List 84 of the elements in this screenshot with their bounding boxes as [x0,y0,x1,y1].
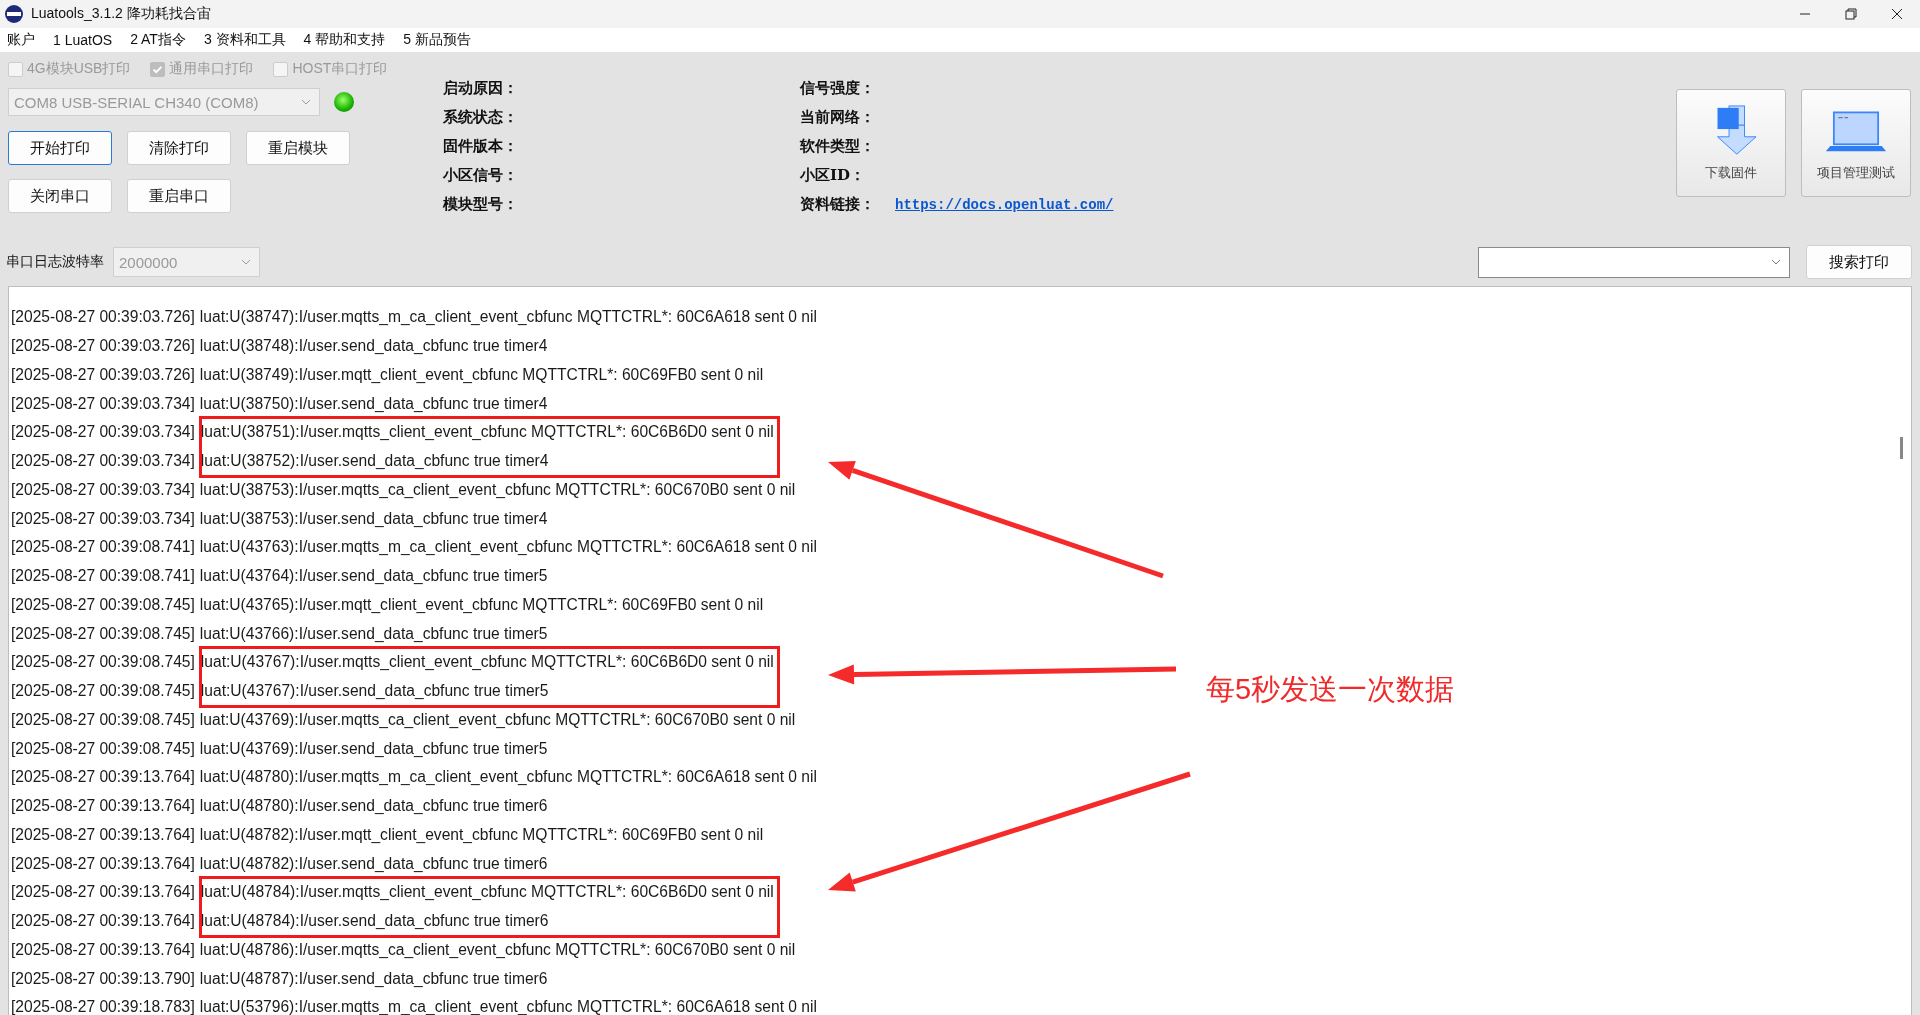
log-message: luat:U(43764):I/user.send_data_cbfunc true timer5 [199,567,548,586]
action-button[interactable]: 重启串口 [127,179,231,213]
log-timestamp: [2025-08-27 00:39:08.745] [11,682,195,701]
log-message: luat:U(43765):I/user.mqtt_client_event_cbfunc MQTTCTRL*: 60C69FB0 sent 0 nil [199,595,764,614]
info-label: 小区ID： [800,166,866,185]
action-button[interactable]: 重启模块 [246,131,350,165]
log-message: luat:U(38752):I/user.send_data_cbfunc true timer4 [200,452,549,471]
log-timestamp: [2025-08-27 00:39:13.764] [11,768,195,787]
info-label: 资料链接： [800,195,875,214]
log-timestamp: [2025-08-27 00:39:13.764] [11,797,195,816]
log-message: luat:U(48780):I/user.send_data_cbfunc true timer6 [199,797,548,816]
menu-item[interactable]: 账户 [7,31,35,49]
log-message: luat:U(48784):I/user.send_data_cbfunc true timer6 [200,912,549,931]
menu-item[interactable]: 3 资料和工具 [203,31,286,49]
log-timestamp: [2025-08-27 00:39:08.745] [11,624,195,643]
log-message: luat:U(43769):I/user.send_data_cbfunc true timer5 [199,739,548,758]
info-label: 系统状态： [443,108,518,127]
action-button[interactable]: 关闭串口 [8,179,112,213]
log-timestamp: [2025-08-27 00:39:13.764] [11,854,195,873]
log-timestamp: [2025-08-27 00:39:18.783] [11,998,195,1015]
log-timestamp: [2025-08-27 00:39:03.726] [11,365,195,384]
log-message: luat:U(48786):I/user.mqtts_ca_client_event_cbfunc MQTTCTRL*: 60C670B0 sent 0 nil [199,940,796,959]
log-message: luat:U(43767):I/user.mqtts_client_event_cbfunc MQTTCTRL*: 60C6B6D0 sent 0 nil [200,653,774,672]
window-title: Luatools_3.1.2 降功耗找合宙 [31,5,211,23]
log-message: luat:U(43763):I/user.mqtts_m_ca_client_event_cbfunc MQTTCTRL*: 60C6A618 sent 0 nil [199,538,817,557]
log-message: luat:U(38748):I/user.send_data_cbfunc true timer4 [199,337,548,356]
log-timestamp: [2025-08-27 00:39:13.764] [11,825,195,844]
log-timestamp: [2025-08-27 00:39:08.741] [11,567,195,586]
info-label: 固件版本： [443,137,518,156]
log-message: luat:U(48782):I/user.send_data_cbfunc true timer6 [199,854,548,873]
log-timestamp: [2025-08-27 00:39:13.790] [11,969,195,988]
log-timestamp: [2025-08-27 00:39:08.745] [11,710,195,729]
log-timestamp: [2025-08-27 00:39:13.764] [11,940,195,959]
menu-item[interactable]: 4 帮助和支持 [303,31,386,49]
log-message: luat:U(43769):I/user.mqtts_ca_client_event_cbfunc MQTTCTRL*: 60C670B0 sent 0 nil [199,710,796,729]
log-timestamp: [2025-08-27 00:39:13.764] [11,912,195,931]
log-message: luat:U(38751):I/user.mqtts_client_event_cbfunc MQTTCTRL*: 60C6B6D0 sent 0 nil [200,423,774,442]
info-label: 小区信号： [443,166,518,185]
log-message: luat:U(43766):I/user.send_data_cbfunc true timer5 [199,624,548,643]
chevron-down-icon [241,259,251,265]
log-message: luat:U(53796):I/user.mqtts_m_ca_client_event_cbfunc MQTTCTRL*: 60C6A618 sent 0 nil [199,998,817,1015]
scrollbar-thumb[interactable] [1900,437,1903,459]
log-timestamp: [2025-08-27 00:39:03.734] [11,480,195,499]
log-timestamp: [2025-08-27 00:39:08.745] [11,653,195,672]
log-message: luat:U(38753):I/user.send_data_cbfunc true timer4 [199,509,548,528]
menu-item[interactable]: 5 新品预告 [403,31,471,49]
log-message: luat:U(43767):I/user.send_data_cbfunc true timer5 [200,682,549,701]
tool-button[interactable]: 项目管理测试 [1801,89,1911,197]
log-message: luat:U(38749):I/user.mqtt_client_event_cbfunc MQTTCTRL*: 60C69FB0 sent 0 nil [199,365,764,384]
log-timestamp: [2025-08-27 00:39:03.726] [11,308,195,327]
log-timestamp: [2025-08-27 00:39:13.764] [11,883,195,902]
log-timestamp: [2025-08-27 00:39:03.734] [11,394,195,413]
log-timestamp: [2025-08-27 00:39:03.726] [11,337,195,356]
annotation-text: 每5秒发送一次数据 [1206,672,1455,707]
action-button[interactable]: 清除打印 [127,131,231,165]
menu-item[interactable]: 1 LuatOS [53,32,113,48]
log-message: luat:U(48787):I/user.send_data_cbfunc true timer6 [199,969,548,988]
log-message: luat:U(48782):I/user.mqtt_client_event_cbfunc MQTTCTRL*: 60C69FB0 sent 0 nil [199,825,764,844]
tool-button[interactable]: 下载固件 [1676,89,1786,197]
log-timestamp: [2025-08-27 00:39:03.734] [11,509,195,528]
log-message: luat:U(48780):I/user.mqtts_m_ca_client_event_cbfunc MQTTCTRL*: 60C6A618 sent 0 nil [199,768,817,787]
chevron-down-icon [301,99,311,105]
info-label: 软件类型： [800,137,875,156]
log-message: luat:U(38747):I/user.mqtts_m_ca_client_event_cbfunc MQTTCTRL*: 60C6A618 sent 0 nil [199,308,817,327]
log-message: luat:U(38753):I/user.mqtts_ca_client_event_cbfunc MQTTCTRL*: 60C670B0 sent 0 nil [199,480,796,499]
info-label: 当前网络： [800,108,875,127]
log-timestamp: [2025-08-27 00:39:08.745] [11,739,195,758]
log-timestamp: [2025-08-27 00:39:08.741] [11,538,195,557]
baud-label: 串口日志波特率 [6,253,104,271]
log-message: luat:U(48784):I/user.mqtts_client_event_cbfunc MQTTCTRL*: 60C6B6D0 sent 0 nil [200,883,774,902]
action-button[interactable]: 开始打印 [8,131,112,165]
info-label: 信号强度： [800,79,875,98]
search-print-button[interactable]: 搜索打印 [1806,245,1912,279]
docs-link[interactable]: https://docs.openluat.com/ [895,196,1114,213]
log-timestamp: [2025-08-27 00:39:03.734] [11,452,195,471]
menu-item[interactable]: 2 AT指令 [130,31,186,49]
search-dropdown[interactable] [1478,246,1790,278]
log-timestamp: [2025-08-27 00:39:08.745] [11,595,195,614]
chevron-down-icon [1771,259,1781,265]
info-label: 启动原因： [443,79,518,98]
info-label: 模块型号： [443,195,518,214]
log-message: luat:U(38750):I/user.send_data_cbfunc true timer4 [199,394,548,413]
app-logo-icon [4,4,24,24]
log-timestamp: [2025-08-27 00:39:03.734] [11,423,195,442]
